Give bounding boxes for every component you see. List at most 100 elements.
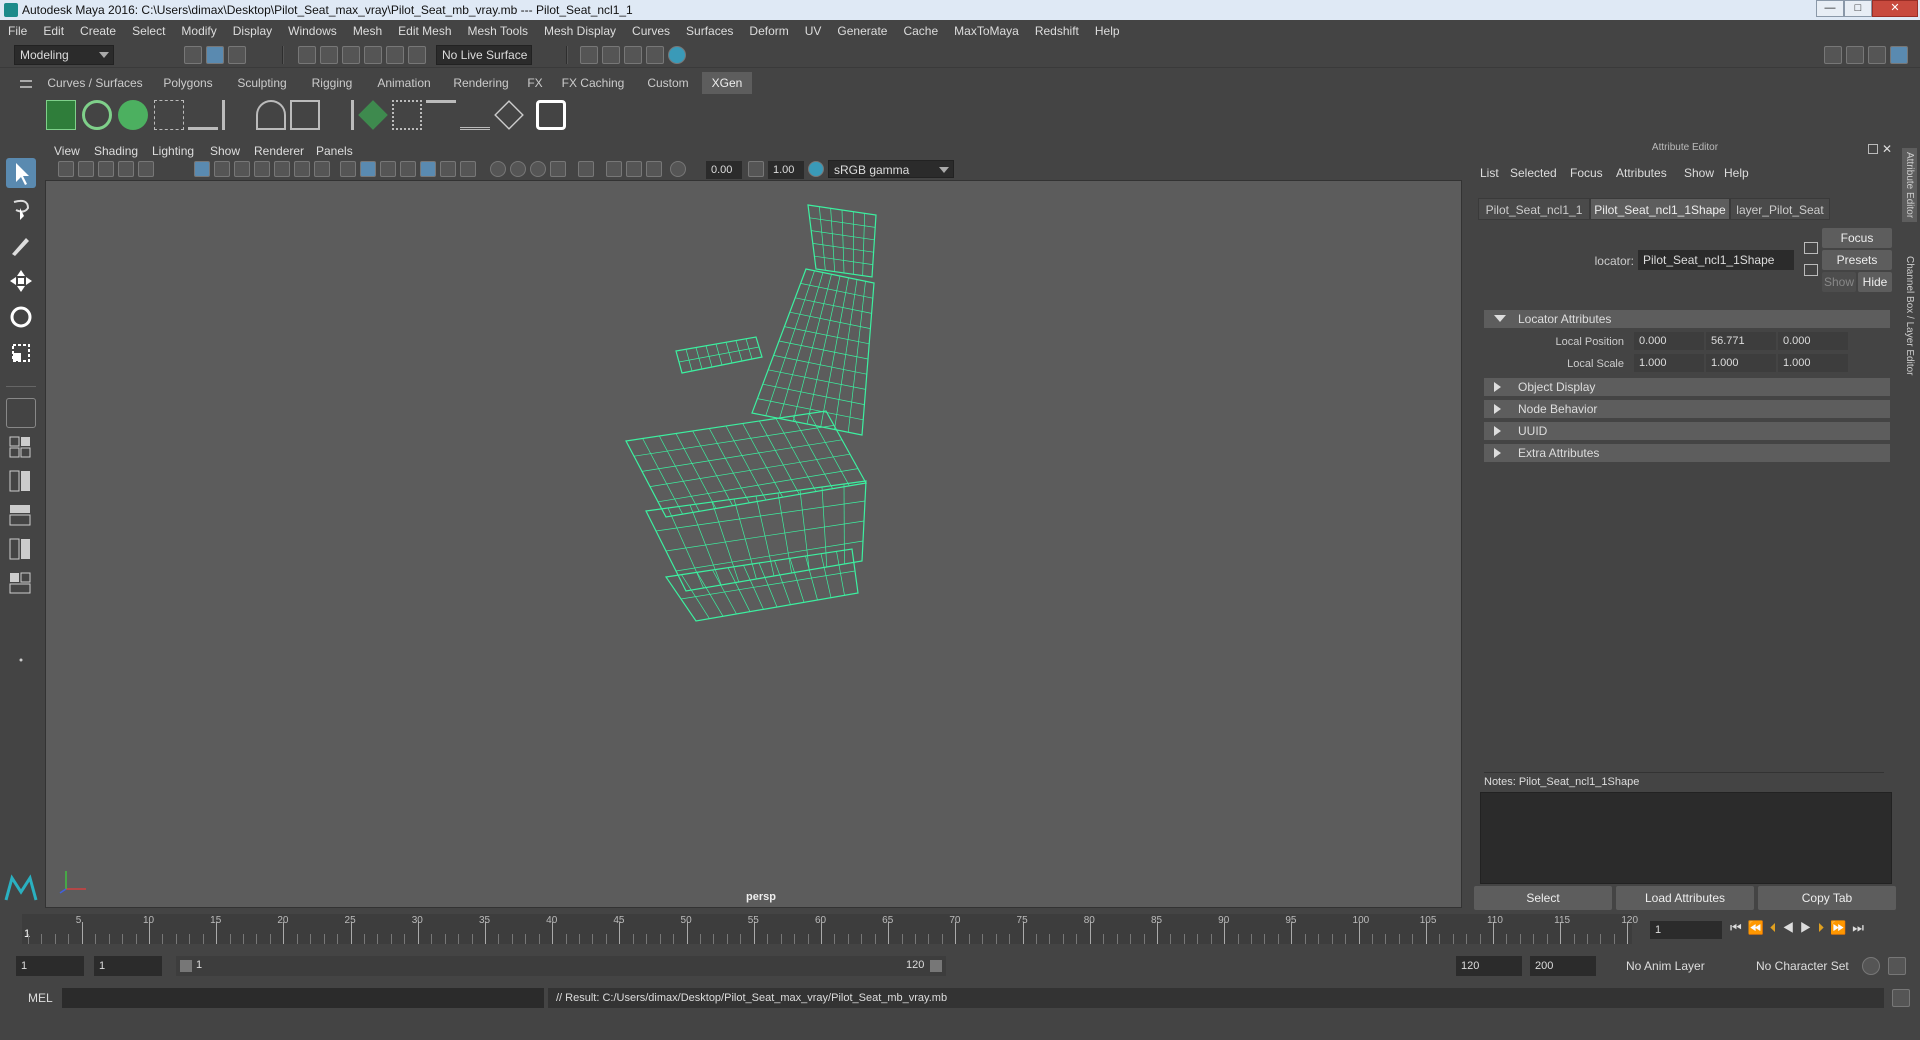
go-to-input-icon[interactable]: [1804, 242, 1818, 254]
depth-of-field-icon[interactable]: [550, 161, 566, 177]
layout-two-view-icon[interactable]: [6, 468, 36, 494]
range-end-handle[interactable]: [930, 960, 942, 972]
auto-key-icon[interactable]: [1862, 957, 1880, 975]
groom-brush-icon[interactable]: [426, 100, 456, 130]
ae-menu-selected[interactable]: Selected: [1510, 166, 1557, 180]
move-tool-icon[interactable]: [6, 266, 36, 296]
safe-action-icon[interactable]: [294, 161, 310, 177]
time-slider[interactable]: 1 5 10 15 20 25 30 35 40 45 50 55 60 65 70 75 80 85 90 95 1…: [0, 912, 1920, 946]
viewport-menu-panels[interactable]: Panels: [316, 144, 353, 158]
bend-guide-icon[interactable]: [256, 100, 286, 130]
select-component-icon[interactable]: [228, 46, 246, 64]
command-input[interactable]: [62, 988, 544, 1008]
outliner-icon[interactable]: [1846, 46, 1864, 64]
layout-icon[interactable]: [1890, 46, 1908, 64]
xgen-hex-icon[interactable]: [536, 100, 566, 130]
flip-guide-icon[interactable]: [392, 100, 422, 130]
menu-edit-mesh[interactable]: Edit Mesh: [390, 20, 459, 42]
menu-file[interactable]: File: [0, 20, 35, 42]
time-slider-track[interactable]: [22, 914, 1632, 944]
tab-polygons[interactable]: Polygons: [152, 72, 224, 94]
grid-icon[interactable]: [194, 161, 210, 177]
load-attributes-button[interactable]: Load Attributes: [1616, 886, 1754, 910]
region-icon[interactable]: [358, 100, 388, 130]
backface-culling-icon[interactable]: [646, 161, 662, 177]
image-plane-icon[interactable]: [98, 161, 114, 177]
close-button[interactable]: ✕: [1872, 0, 1918, 17]
xray-active-icon[interactable]: [626, 161, 642, 177]
comb-guide-icon[interactable]: [324, 100, 354, 130]
end-time-field[interactable]: 200: [1530, 956, 1596, 976]
layout-graph-icon[interactable]: [6, 536, 36, 562]
step-forward-icon[interactable]: ⏩: [1830, 920, 1852, 935]
camera-attributes-icon[interactable]: [58, 161, 74, 177]
layout-hypershade-icon[interactable]: [6, 570, 36, 596]
snap-point-icon[interactable]: [342, 46, 360, 64]
wireframe-on-shaded-icon[interactable]: [380, 161, 396, 177]
film-gate-icon[interactable]: [214, 161, 230, 177]
use-all-lights-icon[interactable]: [440, 161, 456, 177]
menu-display[interactable]: Display: [225, 20, 280, 42]
go-to-start-icon[interactable]: ⏮: [1730, 920, 1748, 935]
snap-curve-icon[interactable]: [320, 46, 338, 64]
range-slider[interactable]: 1 120: [176, 956, 946, 976]
step-back-icon[interactable]: ⏪: [1748, 920, 1770, 935]
section-object-display[interactable]: Object Display: [1484, 378, 1890, 396]
shelf-options-icon[interactable]: [20, 80, 32, 88]
live-surface-field[interactable]: No Live Surface: [436, 45, 532, 65]
menu-modify[interactable]: Modify: [173, 20, 224, 42]
shadows-icon[interactable]: [460, 161, 476, 177]
tab-rigging[interactable]: Rigging: [300, 72, 364, 94]
menu-mesh-tools[interactable]: Mesh Tools: [460, 20, 536, 42]
xgen-description-icon[interactable]: [118, 100, 148, 130]
ae-tab-layer[interactable]: layer_Pilot_Seat: [1730, 198, 1830, 220]
gamma-field[interactable]: 1.00: [768, 161, 804, 179]
exposure-icon[interactable]: [670, 161, 686, 177]
tab-custom[interactable]: Custom: [636, 72, 700, 94]
snap-surface-icon[interactable]: [386, 46, 404, 64]
menu-uv[interactable]: UV: [797, 20, 830, 42]
animation-preferences-icon[interactable]: [1888, 957, 1906, 975]
tab-attribute-editor[interactable]: Attribute Editor: [1902, 148, 1917, 223]
sculpt-guide-icon[interactable]: [222, 100, 252, 130]
prev-key-icon[interactable]: ⏴: [1770, 920, 1783, 935]
select-tool-icon[interactable]: [6, 158, 36, 188]
menu-create[interactable]: Create: [72, 20, 124, 42]
menu-mesh[interactable]: Mesh: [345, 20, 390, 42]
menu-redshift[interactable]: Redshift: [1027, 20, 1087, 42]
isolate-select-icon[interactable]: [578, 161, 594, 177]
script-editor-icon[interactable]: [1892, 989, 1910, 1007]
select-hierarchy-icon[interactable]: [184, 46, 202, 64]
gamma-icon[interactable]: [748, 161, 764, 177]
go-to-output-icon[interactable]: [1804, 264, 1818, 276]
play-forward-icon[interactable]: ▶: [1800, 920, 1818, 935]
tab-fx-caching[interactable]: FX Caching: [552, 72, 634, 94]
tab-rendering[interactable]: Rendering: [444, 72, 518, 94]
grease-pencil-icon[interactable]: [138, 161, 154, 177]
playback-start-field[interactable]: 1: [94, 956, 162, 976]
menu-surfaces[interactable]: Surfaces: [678, 20, 741, 42]
local-position-x-field[interactable]: 0.000: [1634, 332, 1704, 350]
color-management-icon[interactable]: [808, 161, 824, 177]
locator-name-field[interactable]: Pilot_Seat_ncl1_1Shape: [1638, 250, 1794, 270]
playback-end-field[interactable]: 120: [1456, 956, 1522, 976]
local-scale-x-field[interactable]: 1.000: [1634, 354, 1704, 372]
ae-menu-help[interactable]: Help: [1724, 166, 1749, 180]
scale-tool-icon[interactable]: [6, 338, 36, 368]
render-settings-icon[interactable]: [646, 46, 664, 64]
ae-menu-attributes[interactable]: Attributes: [1616, 166, 1667, 180]
render-view-icon[interactable]: [602, 46, 620, 64]
mode-selector[interactable]: Modeling: [14, 45, 114, 65]
presets-button[interactable]: Presets: [1822, 250, 1892, 270]
tab-channel-box-layer-editor[interactable]: Channel Box / Layer Editor: [1902, 252, 1917, 380]
character-set-dropdown[interactable]: No Character Set: [1750, 956, 1870, 976]
local-scale-z-field[interactable]: 1.000: [1778, 354, 1848, 372]
menu-windows[interactable]: Windows: [280, 20, 345, 42]
tab-sculpting[interactable]: Sculpting: [226, 72, 298, 94]
menu-deform[interactable]: Deform: [741, 20, 796, 42]
local-scale-y-field[interactable]: 1.000: [1706, 354, 1776, 372]
tab-curves-surfaces[interactable]: Curves / Surfaces: [40, 72, 150, 94]
cut-brush-icon[interactable]: [460, 100, 490, 130]
add-guide-icon[interactable]: [188, 100, 218, 130]
viewport-menu-view[interactable]: View: [54, 144, 80, 158]
